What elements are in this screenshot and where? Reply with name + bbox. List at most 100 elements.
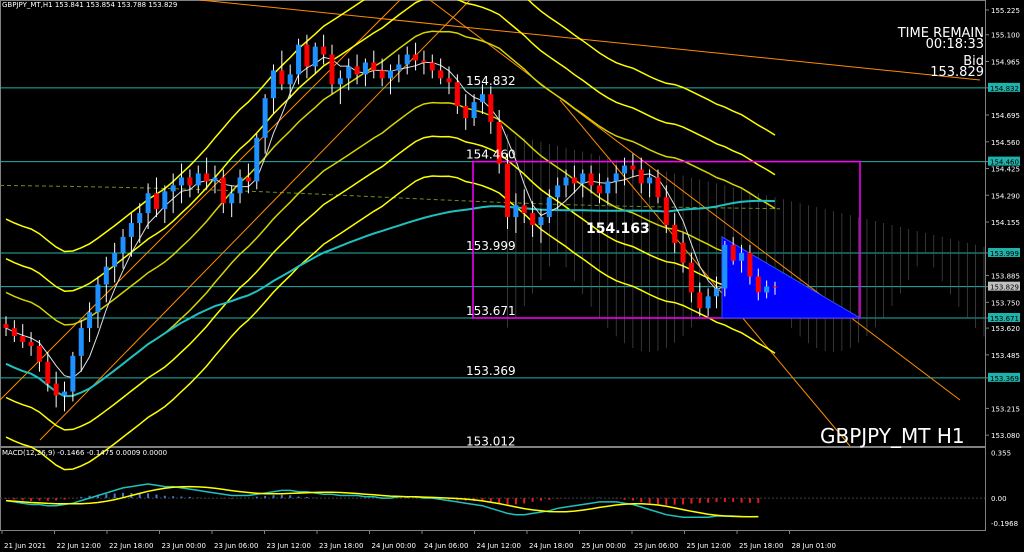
candle-body xyxy=(62,391,68,396)
candle-body xyxy=(179,177,185,186)
candle-body xyxy=(471,102,477,118)
fast-ma-line xyxy=(5,56,776,379)
time-tick-label: 25 Jun 18:00 xyxy=(739,542,783,550)
candle-body xyxy=(463,106,469,118)
candle-body xyxy=(321,46,327,55)
candle-body xyxy=(362,62,368,75)
candle-body xyxy=(755,276,761,293)
candle-body xyxy=(538,217,544,226)
candle-body xyxy=(388,70,393,79)
macd-signal-line xyxy=(5,485,759,518)
price-tag-label: 153.671 xyxy=(990,315,1019,323)
candle-body xyxy=(605,181,611,194)
price-tick-label: 154.155 xyxy=(991,219,1020,227)
price-tick-label: 153.885 xyxy=(991,273,1020,281)
candle-body xyxy=(204,173,210,182)
candle-body xyxy=(120,236,126,253)
candle-body xyxy=(304,44,310,67)
candle-body xyxy=(95,284,101,313)
candle-body xyxy=(747,252,753,277)
candle-body xyxy=(279,70,285,85)
macd-tick-label: -0.1968 xyxy=(991,520,1018,528)
candle-body xyxy=(488,94,494,122)
price-tick-label: 153.750 xyxy=(991,299,1020,307)
time-tick-label: 24 Jun 00:00 xyxy=(372,542,416,550)
price-chart[interactable]: 154.832 154.460 153.999 153.671 153.369 153.0… xyxy=(0,0,1024,552)
candle-body xyxy=(229,193,235,204)
time-tick-label: 24 Jun 18:00 xyxy=(529,542,573,550)
trend-line xyxy=(39,0,471,441)
candle-body xyxy=(505,163,511,218)
candle-body xyxy=(630,165,636,170)
candle-body xyxy=(354,66,360,75)
time-tick-label: 24 Jun 12:00 xyxy=(477,542,521,550)
candle-body xyxy=(329,54,335,85)
time-tick-label: 21 Jun 2021 xyxy=(4,542,46,550)
candle-body xyxy=(87,312,93,329)
time-tick-label: 24 Jun 06:00 xyxy=(424,542,468,550)
price-tick-label: 153.620 xyxy=(991,325,1020,333)
candle-body xyxy=(739,252,745,261)
candle-body xyxy=(596,185,602,194)
candle-body xyxy=(647,177,653,184)
bid-value: 153.829 xyxy=(930,65,984,80)
candle-body xyxy=(337,78,343,85)
price-tag-label: 153.829 xyxy=(990,284,1019,292)
time-tick-label: 23 Jun 18:00 xyxy=(319,542,363,550)
candle-body xyxy=(379,70,385,79)
candle-body xyxy=(563,177,569,186)
candle-body xyxy=(28,341,34,346)
candle-body xyxy=(254,137,260,182)
level-label: 153.999 xyxy=(466,239,516,253)
candle-body xyxy=(429,62,435,71)
candle-body xyxy=(396,64,402,71)
candle-body xyxy=(312,46,318,67)
macd-tick-label: 0.00 xyxy=(991,495,1007,503)
price-tick-label: 154.695 xyxy=(991,112,1020,120)
candle-body xyxy=(78,328,84,356)
price-tag-label: 154.460 xyxy=(990,159,1019,167)
candle-body xyxy=(287,74,293,85)
candle-body xyxy=(346,66,352,79)
candle-body xyxy=(772,286,778,288)
time-tick-label: 25 Jun 00:00 xyxy=(582,542,626,550)
price-tag-label: 153.369 xyxy=(990,375,1019,383)
candle-body xyxy=(245,177,251,182)
price-tag-label: 154.832 xyxy=(990,85,1019,93)
candle-body xyxy=(262,98,268,138)
candle-body xyxy=(764,286,770,293)
macd-info: MACD(12,26,9) -0.1466 -0.1475 0.0009 0.0… xyxy=(2,449,168,457)
time-remain-value: 00:18:33 xyxy=(925,37,984,52)
macd-line xyxy=(5,483,759,518)
time-tick-label: 22 Jun 18:00 xyxy=(109,542,153,550)
candle-body xyxy=(195,173,201,186)
candle-body xyxy=(555,185,561,198)
candle-body xyxy=(655,177,661,198)
candle-body xyxy=(296,44,302,75)
candle-body xyxy=(404,54,410,65)
candle-body xyxy=(3,324,9,329)
time-tick-label: 22 Jun 12:00 xyxy=(57,542,101,550)
candle-body xyxy=(112,252,118,267)
candle-body xyxy=(20,336,26,342)
price-tick-label: 154.560 xyxy=(991,139,1020,147)
candle-body xyxy=(622,165,628,174)
candle-body xyxy=(479,94,485,103)
price-tag-label: 153.999 xyxy=(990,250,1019,258)
candle-body xyxy=(588,173,594,186)
candle-body xyxy=(220,177,226,204)
trend-line xyxy=(0,0,401,401)
candle-body xyxy=(446,78,452,83)
candle-body xyxy=(438,70,444,79)
highlight-price-label: 154.163 xyxy=(586,221,650,237)
candle-body xyxy=(413,54,419,61)
time-tick-label: 25 Jun 06:00 xyxy=(634,542,678,550)
candle-body xyxy=(187,177,193,186)
price-tick-label: 154.290 xyxy=(991,192,1020,200)
candle-body xyxy=(128,223,134,237)
symbol-ohlc-info: GBPJPY_MT,H1 153.841 153.854 153.788 153… xyxy=(2,1,178,9)
time-tick-label: 25 Jun 12:00 xyxy=(687,542,731,550)
candle-body xyxy=(145,193,151,214)
triangle-pattern xyxy=(721,236,862,319)
candle-body xyxy=(170,185,176,192)
